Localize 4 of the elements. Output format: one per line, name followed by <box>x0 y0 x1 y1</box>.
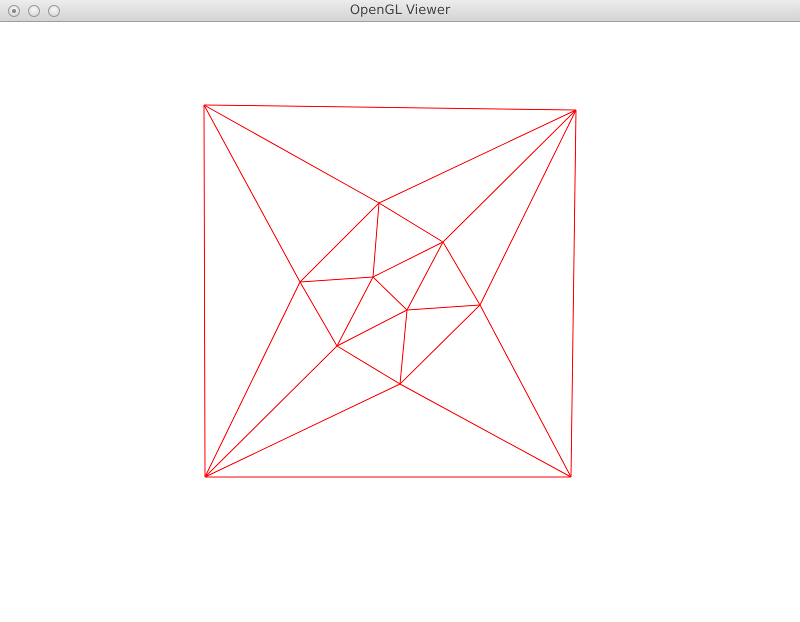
zoom-button[interactable] <box>48 4 60 16</box>
window-title: OpenGL Viewer <box>350 3 450 18</box>
close-button[interactable] <box>8 4 20 16</box>
minimize-button[interactable] <box>28 4 40 16</box>
